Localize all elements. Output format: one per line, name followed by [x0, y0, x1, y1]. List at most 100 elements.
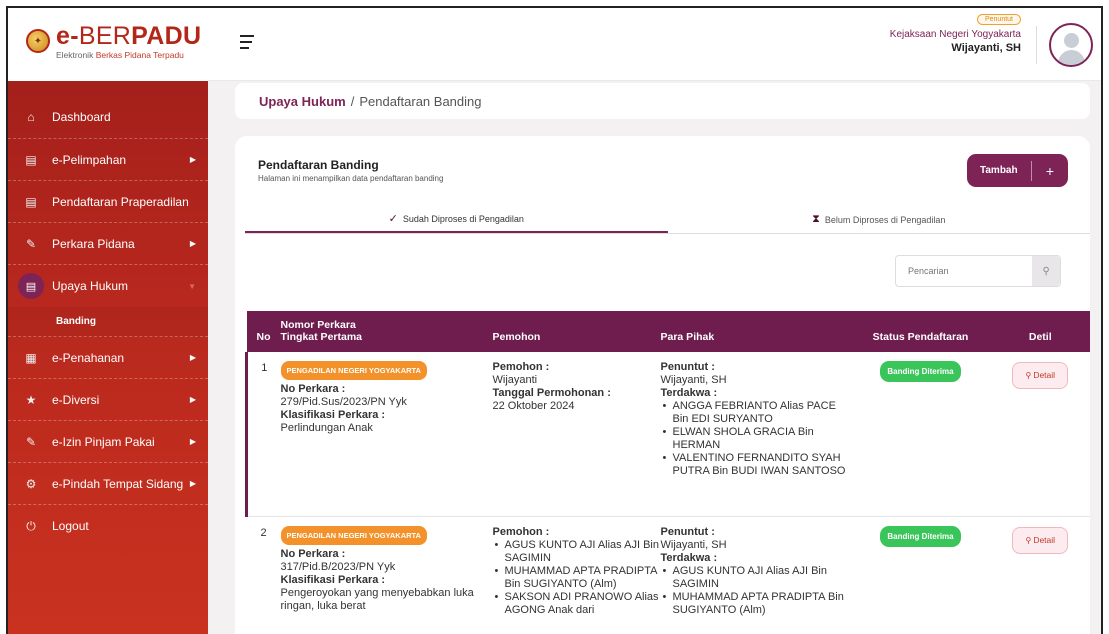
- header-status: Status Pendaftaran: [872, 331, 969, 343]
- tab-sudah-diproses[interactable]: ✓ Sudah Diproses di Pengadilan: [245, 206, 668, 233]
- search-box: ⚲: [895, 255, 1061, 287]
- menu-toggle-icon[interactable]: [240, 35, 254, 53]
- chevron-right-icon: ▶: [189, 239, 196, 248]
- list-item: SAKSON ADI PRANOWO Alias AGONG Anak dari: [493, 591, 661, 617]
- logo-emblem-icon: ✦: [26, 29, 50, 53]
- chevron-right-icon: ▶: [189, 479, 196, 488]
- detail-button[interactable]: ⚲ Detail: [1012, 526, 1069, 554]
- cell-status: Banding Diterima: [851, 352, 991, 516]
- search-icon: ⚲: [1025, 535, 1032, 545]
- search-icon[interactable]: ⚲: [1032, 256, 1060, 286]
- header-pemohon: Pemohon: [492, 331, 541, 343]
- avatar[interactable]: [1049, 23, 1093, 67]
- banding-table: No Nomor Perkara Tingkat Pertama Pemohon …: [245, 311, 1090, 617]
- sidebar-item-e-pelimpahan[interactable]: ▤ e-Pelimpahan ▶: [8, 139, 208, 181]
- chevron-right-icon: ▶: [189, 155, 196, 164]
- list-item: AGUS KUNTO AJI Alias AJI Bin SAGIMIN: [661, 565, 851, 591]
- tab-belum-diproses[interactable]: ⧗ Belum Diproses di Pengadilan: [668, 206, 1091, 233]
- power-icon: ⏻: [26, 518, 36, 533]
- cell-para-pihak: Penuntut : Wijayanti, SH Terdakwa : AGUS…: [661, 516, 851, 617]
- page-subtitle: Halaman ini menampilkan data pendaftaran…: [258, 174, 444, 183]
- breadcrumb-current: Pendaftaran Banding: [359, 93, 482, 109]
- case-number: 279/Pid.Sus/2023/PN Yyk: [280, 396, 407, 408]
- sidebar-item-e-penahanan[interactable]: ▦ e-Penahanan ▶: [8, 337, 208, 379]
- sidebar-item-e-diversi[interactable]: ★ e-Diversi ▶: [8, 379, 208, 421]
- add-button-label: Tambah: [980, 165, 1018, 176]
- sidebar-item-dashboard[interactable]: ⌂ Dashboard: [8, 95, 208, 139]
- cell-detil: ⚲ Detail: [991, 352, 1091, 516]
- row-number: 2: [260, 526, 267, 539]
- detail-button[interactable]: ⚲ Detail: [1012, 362, 1069, 389]
- court-badge: PENGADILAN NEGERI YOGYAKARTA: [280, 525, 427, 545]
- brand[interactable]: ✦ e-BERPADU Elektronik Berkas Pidana Ter…: [8, 8, 208, 81]
- sidebar-item-upaya-hukum[interactable]: ▤ Upaya Hukum ▼: [8, 265, 208, 307]
- sidebar-item-e-izin-pinjam-pakai[interactable]: ✎ e-Izin Pinjam Pakai ▶: [8, 421, 208, 463]
- sidebar-item-label: Dashboard: [52, 109, 111, 124]
- case-number: 317/Pid.B/2023/PN Yyk: [280, 560, 396, 573]
- sidebar-item-label: e-Penahanan: [52, 350, 125, 365]
- sidebar-item-label: e-Pindah Tempat Sidang: [52, 476, 184, 491]
- header-detil: Detil: [1028, 331, 1052, 343]
- case-classification: Pengeroyokan yang menyebabkan luka ringa…: [280, 586, 474, 612]
- star-icon: ★: [25, 392, 37, 407]
- sidebar-item-label: Perkara Pidana: [52, 236, 135, 251]
- divider: [1036, 26, 1037, 64]
- sidebar: ⌂ Dashboard ▤ e-Pelimpahan ▶ ▤ Pendaftar…: [8, 81, 208, 634]
- sidebar-item-logout[interactable]: ⏻ Logout: [8, 505, 208, 547]
- topbar: ✦ e-BERPADU Elektronik Berkas Pidana Ter…: [8, 8, 1101, 81]
- home-icon: ⌂: [27, 109, 35, 124]
- cell-para-pihak: Penuntut : Wijayanti, SH Terdakwa : ANGG…: [661, 352, 851, 516]
- header-no: No: [256, 331, 271, 343]
- cell-status: Banding Diterima: [851, 516, 991, 617]
- header-nomor-perkara: Nomor Perkara Tingkat Pertama: [280, 319, 363, 343]
- breadcrumb: Upaya Hukum / Pendaftaran Banding: [235, 83, 1090, 119]
- page-title: Pendaftaran Banding: [258, 158, 379, 172]
- sidebar-item-praperadilan[interactable]: ▤ Pendaftaran Praperadilan: [8, 181, 208, 223]
- table-header: No Nomor Perkara Tingkat Pertama Pemohon …: [246, 311, 1090, 352]
- breadcrumb-separator: /: [350, 93, 355, 109]
- search-icon: ⚲: [1025, 371, 1032, 380]
- cell-pemohon: Pemohon : AGUS KUNTO AJI Alias AJI Bin S…: [493, 516, 661, 617]
- brand-subtitle: Elektronik Berkas Pidana Terpadu: [56, 50, 184, 60]
- grid-icon: ▦: [25, 350, 37, 365]
- tab-label: Belum Diproses di Pengadilan: [824, 214, 946, 225]
- edit-icon: ✎: [25, 434, 37, 449]
- add-button[interactable]: Tambah +: [967, 154, 1068, 187]
- sidebar-item-label: Pendaftaran Praperadilan: [52, 194, 189, 209]
- list-item: AGUS KUNTO AJI Alias AJI Bin SAGIMIN: [493, 539, 661, 565]
- user-name: Wijayanti, SH: [951, 42, 1021, 54]
- gear-icon: ⚙: [25, 476, 37, 491]
- plus-icon: +: [1045, 162, 1055, 179]
- cell-nomor-perkara: PENGADILAN NEGERI YOGYAKARTA No Perkara …: [280, 516, 493, 617]
- case-classification: Perlindungan Anak: [280, 422, 373, 434]
- row-number: 1: [245, 352, 281, 516]
- edit-icon: ✎: [25, 236, 37, 251]
- sidebar-subitem-banding[interactable]: Banding: [8, 307, 208, 337]
- sidebar-item-label: e-Pelimpahan: [52, 152, 127, 167]
- table-row: 2 PENGADILAN NEGERI YOGYAKARTA No Perkar…: [247, 516, 1091, 617]
- cell-pemohon: Pemohon : Wijayanti Tanggal Permohonan :…: [492, 361, 611, 412]
- sidebar-item-label: e-Izin Pinjam Pakai: [52, 434, 155, 449]
- role-badge: Penuntut: [976, 14, 1021, 25]
- list-item: ELWAN SHOLA GRACIA Bin HERMAN: [661, 426, 851, 452]
- hourglass-icon: ⧗: [812, 213, 820, 225]
- list-item: MUHAMMAD APTA PRADIPTA Bin SUGIYANTO (Al…: [661, 591, 851, 617]
- check-icon: ✓: [388, 213, 398, 225]
- search-input[interactable]: [896, 256, 1033, 286]
- chevron-right-icon: ▶: [189, 395, 196, 404]
- sidebar-item-perkara-pidana[interactable]: ✎ Perkara Pidana ▶: [8, 223, 208, 265]
- list-item: MUHAMMAD APTA PRADIPTA Bin SUGIYANTO (Al…: [493, 565, 661, 591]
- sidebar-item-label: Logout: [52, 519, 89, 533]
- table-row: 1 PENGADILAN NEGERI YOGYAKARTA No Perkar…: [245, 352, 1091, 516]
- sidebar-item-label: e-Diversi: [52, 392, 100, 407]
- header-para-pihak: Para Pihak: [660, 331, 715, 343]
- sidebar-item-label: Upaya Hukum: [52, 279, 129, 293]
- cell-detil: ⚲ Detail: [991, 516, 1091, 617]
- document-icon: ▤: [18, 273, 44, 299]
- tab-label: Sudah Diproses di Pengadilan: [402, 213, 524, 224]
- main-card: Pendaftaran Banding Halaman ini menampil…: [235, 136, 1090, 634]
- chevron-right-icon: ▶: [189, 437, 196, 446]
- status-badge: Banding Diterima: [880, 361, 961, 382]
- breadcrumb-root-link[interactable]: Upaya Hukum: [259, 94, 346, 109]
- sidebar-item-e-pindah-tempat-sidang[interactable]: ⚙ e-Pindah Tempat Sidang ▶: [8, 463, 208, 505]
